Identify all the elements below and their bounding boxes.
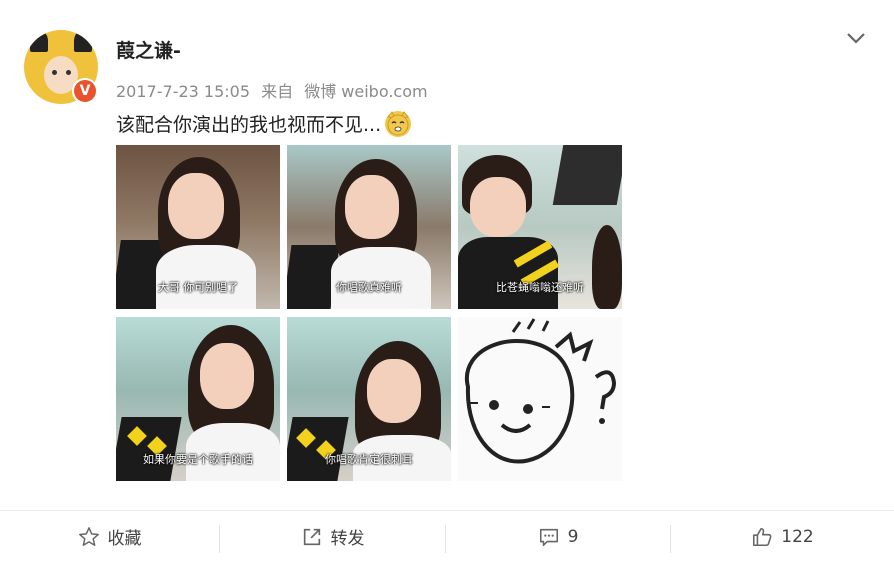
weibo-post-card: V 葭之谦- 2017-7-23 15:05 来自 微博 weibo.com 该… [0, 0, 894, 562]
post-image-1[interactable]: 大哥 你可别唱了 [116, 145, 280, 309]
favorite-label: 收藏 [107, 529, 142, 549]
timestamp[interactable]: 2017-7-23 15:05 [116, 82, 250, 101]
image-grid: 大哥 你可别唱了 你唱歌真难听 比苍蝇嗡嗡还难听 如果你要是个歌手的话 你唱歌肯… [116, 145, 624, 482]
share-icon [303, 528, 320, 545]
repost-button[interactable]: 转发 [220, 511, 445, 562]
like-count: 122 [781, 526, 814, 547]
post-image-3[interactable]: 比苍蝇嗡嗡还难听 [458, 145, 622, 309]
post-meta: 2017-7-23 15:05 来自 微博 weibo.com [116, 78, 434, 102]
image-caption: 你唱歌真难听 [336, 281, 402, 294]
comment-icon [539, 528, 558, 546]
star-icon [78, 526, 99, 546]
chevron-down-icon[interactable] [846, 30, 866, 46]
post-image-4[interactable]: 如果你要是个歌手的话 [116, 317, 280, 481]
source-link[interactable]: 微博 weibo.com [304, 82, 427, 101]
comment-count: 9 [567, 526, 579, 547]
post-text-row: 该配合你演出的我也视而不见... [116, 110, 412, 137]
doodle-face-icon [464, 318, 617, 464]
repost-label: 转发 [330, 529, 365, 549]
username[interactable]: 葭之谦- [116, 36, 181, 63]
post-image-6[interactable] [458, 317, 622, 481]
action-bar: 收藏 转发 9 122 [0, 510, 894, 562]
post-image-2[interactable]: 你唱歌真难听 [287, 145, 451, 309]
cat-face-emoji-icon [385, 110, 412, 137]
like-button[interactable]: 122 [671, 511, 894, 562]
image-caption: 你唱歌肯定很刺耳 [325, 453, 413, 466]
post-text: 该配合你演出的我也视而不见... [116, 114, 382, 136]
source-prefix: 来自 [261, 82, 294, 101]
comment-button[interactable]: 9 [446, 511, 670, 562]
image-caption: 如果你要是个歌手的话 [143, 453, 253, 466]
thumbs-up-icon [753, 527, 772, 546]
image-caption: 比苍蝇嗡嗡还难听 [496, 281, 584, 294]
favorite-button[interactable]: 收藏 [0, 511, 219, 562]
image-caption: 大哥 你可别唱了 [157, 281, 239, 294]
post-image-5[interactable]: 你唱歌肯定很刺耳 [287, 317, 451, 481]
verified-badge-icon: V [72, 78, 98, 104]
